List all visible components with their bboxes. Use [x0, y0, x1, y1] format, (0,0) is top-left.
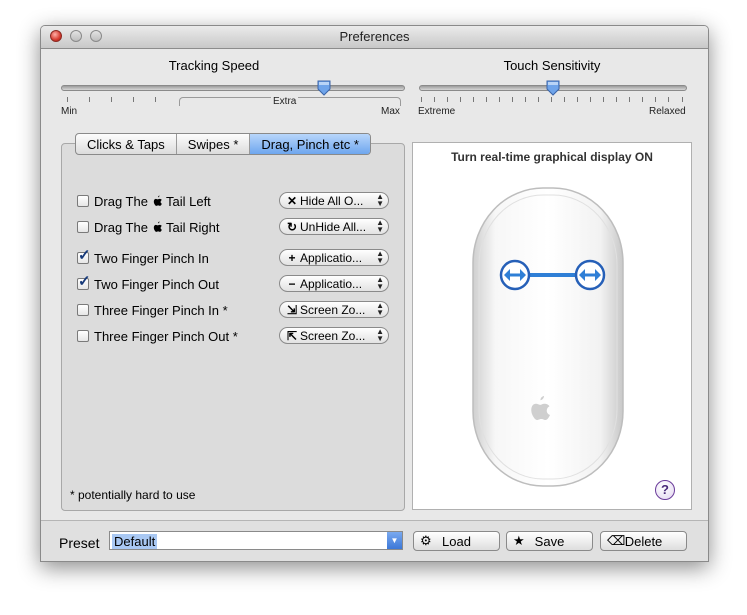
gesture-checkbox[interactable]: [77, 221, 89, 233]
gesture-action-label: Screen Zo...: [300, 329, 366, 343]
close-x-icon: ✕: [286, 194, 298, 208]
gesture-action-popup[interactable]: ✕ Hide All O... ▲ ▼: [279, 192, 389, 209]
save-button-label: Save: [534, 534, 565, 549]
popup-arrows-icon: ▲ ▼: [376, 275, 384, 291]
delete-button[interactable]: ⌫ Delete: [600, 531, 687, 551]
minus-icon: −: [288, 277, 296, 291]
load-button[interactable]: ⚙ Load: [413, 531, 500, 551]
popup-arrows-icon: ▲ ▼: [376, 218, 384, 234]
plus-icon: +: [288, 251, 296, 265]
tracking-min-label: Min: [61, 106, 78, 117]
gesture-display-panel: Turn real-time graphical display ON ?: [412, 142, 692, 510]
popup-arrows-icon: ▲ ▼: [376, 249, 384, 265]
gesture-checkbox[interactable]: ✓: [77, 274, 91, 290]
tracking-extra-label: Extra: [271, 96, 299, 107]
gesture-row-three-finger-pinch-in: Three Finger Pinch In * ⇲ Screen Zo... ▲…: [77, 301, 397, 321]
apple-logo-icon: [153, 195, 162, 206]
gesture-label: Three Finger Pinch In *: [94, 303, 228, 318]
tracking-max-label: Max: [381, 106, 400, 117]
gesture-action-label: UnHide All...: [300, 220, 367, 234]
preferences-window: Preferences Tracking Speed Extra Min Max…: [40, 25, 709, 562]
gesture-checkbox[interactable]: [77, 195, 89, 207]
tab-swipes[interactable]: Swipes *: [177, 134, 251, 154]
chevron-down-icon[interactable]: ▼: [387, 532, 402, 549]
gesture-action-label: Hide All O...: [300, 194, 364, 208]
popup-arrows-icon: ▲ ▼: [376, 192, 384, 208]
gesture-checkbox[interactable]: [77, 330, 89, 342]
magic-mouse-illustration: [472, 187, 624, 487]
load-button-label: Load: [442, 534, 471, 549]
gesture-label: Drag The Tail Left: [94, 194, 211, 209]
touch-sensitivity-title: Touch Sensitivity: [503, 58, 601, 73]
gesture-label-post: Tail Right: [165, 220, 220, 235]
delete-button-label: Delete: [624, 534, 663, 549]
gesture-row-two-finger-pinch-in: ✓ Two Finger Pinch In + Applicatio... ▲ ▼: [77, 248, 397, 269]
gesture-label: Three Finger Pinch Out *: [94, 329, 238, 344]
zoom-out-arrows-icon: ⇱: [286, 329, 298, 343]
gesture-checkbox[interactable]: [77, 304, 89, 316]
tab-drag-pinch[interactable]: Drag, Pinch etc *: [250, 134, 370, 154]
tab-clicks-taps[interactable]: Clicks & Taps: [76, 134, 177, 154]
popup-arrows-icon: ▲ ▼: [376, 327, 384, 343]
gesture-action-label: Screen Zo...: [300, 303, 366, 317]
gesture-action-label: Applicatio...: [300, 277, 363, 291]
tracking-speed-knob[interactable]: [317, 80, 331, 96]
gesture-label-pre: Drag The: [94, 194, 148, 209]
gesture-action-popup[interactable]: ⇱ Screen Zo... ▲ ▼: [279, 327, 389, 344]
save-button[interactable]: ★ Save: [506, 531, 593, 551]
checkmark-icon: ✓: [78, 273, 91, 290]
preset-label: Preset: [59, 535, 100, 551]
gesture-row-three-finger-pinch-out: Three Finger Pinch Out * ⇱ Screen Zo... …: [77, 327, 397, 347]
refresh-icon: ↻: [286, 220, 298, 234]
tracking-speed-slider[interactable]: [61, 85, 405, 91]
tracking-speed-title: Tracking Speed: [168, 58, 260, 73]
gesture-label: Two Finger Pinch In: [94, 251, 209, 266]
title-bar: Preferences: [41, 26, 708, 49]
touch-max-label: Relaxed: [649, 106, 686, 117]
preset-value[interactable]: Default: [112, 534, 158, 549]
checkmark-icon: ✓: [78, 247, 91, 264]
tab-bar: Clicks & Taps Swipes * Drag, Pinch etc *: [75, 133, 371, 155]
gesture-label-post: Tail Left: [165, 194, 211, 209]
preset-bar: Preset Default ▼ ⚙ Load ★ Save ⌫ Delete: [41, 520, 708, 561]
gesture-action-label: Applicatio...: [300, 251, 363, 265]
gesture-label: Drag The Tail Right: [94, 220, 219, 235]
help-button[interactable]: ?: [655, 480, 675, 500]
footnote: * potentially hard to use: [70, 488, 196, 502]
touch-min-label: Extreme: [418, 106, 456, 117]
gesture-label: Two Finger Pinch Out: [94, 277, 219, 292]
gesture-checkbox[interactable]: ✓: [77, 248, 91, 264]
gesture-row-drag-tail-right: Drag The Tail Right ↻ UnHide All... ▲ ▼: [77, 218, 397, 238]
apple-logo-icon: [153, 221, 162, 232]
zoom-in-arrows-icon: ⇲: [286, 303, 298, 317]
touch-sensitivity-knob[interactable]: [546, 80, 560, 96]
touch-sensitivity-ticks: [421, 97, 683, 103]
gesture-label-pre: Drag The: [94, 220, 148, 235]
gesture-row-drag-tail-left: Drag The Tail Left ✕ Hide All O... ▲ ▼: [77, 192, 397, 212]
gesture-action-popup[interactable]: − Applicatio... ▲ ▼: [279, 275, 389, 292]
gesture-row-two-finger-pinch-out: ✓ Two Finger Pinch Out − Applicatio... ▲…: [77, 274, 397, 295]
gesture-action-popup[interactable]: ⇲ Screen Zo... ▲ ▼: [279, 301, 389, 318]
gesture-action-popup[interactable]: + Applicatio... ▲ ▼: [279, 249, 389, 266]
preset-combo-box[interactable]: Default ▼: [109, 531, 403, 550]
popup-arrows-icon: ▲ ▼: [376, 301, 384, 317]
window-title: Preferences: [339, 29, 410, 44]
gesture-action-popup[interactable]: ↻ UnHide All... ▲ ▼: [279, 218, 389, 235]
